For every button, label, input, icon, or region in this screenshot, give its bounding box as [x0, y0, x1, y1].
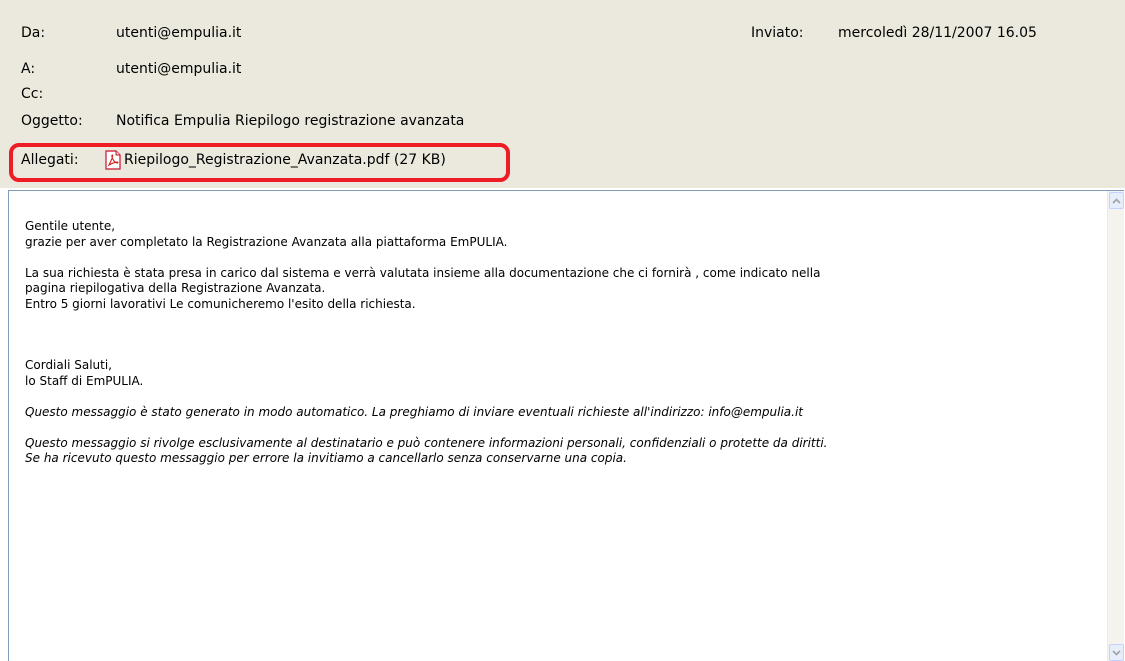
scroll-down-arrow-icon: [1112, 649, 1121, 656]
scroll-up-arrow-icon: [1112, 197, 1121, 204]
subject-label: Oggetto:: [21, 113, 83, 129]
body-line: La sua richiesta è stata presa in carico…: [25, 265, 821, 280]
cc-label: Cc:: [21, 86, 44, 102]
body-line: grazie per aver completato la Registrazi…: [25, 234, 508, 249]
message-body[interactable]: Gentile utente, grazie per aver completa…: [8, 190, 1124, 661]
sent-label: Inviato:: [751, 25, 804, 41]
auto-generated-notice: Questo messaggio è stato generato in mod…: [25, 404, 804, 419]
sent-value: mercoledì 28/11/2007 16.05: [838, 25, 1037, 41]
from-label: Da:: [21, 25, 46, 41]
disclaimer-line: Se ha ricevuto questo messaggio per erro…: [25, 451, 627, 465]
closing: Cordiali Saluti,: [25, 358, 112, 372]
to-value[interactable]: utenti@empulia.it: [116, 61, 241, 77]
to-label: A:: [21, 61, 36, 77]
greeting: Gentile utente,: [25, 219, 116, 233]
signature: lo Staff di EmPULIA.: [25, 373, 144, 388]
body-line: Entro 5 giorni lavorativi Le comunichere…: [25, 296, 416, 311]
from-value[interactable]: utenti@empulia.it: [116, 25, 241, 41]
disclaimer-line: Questo messaggio si rivolge esclusivamen…: [25, 435, 828, 450]
attachment-highlight-annotation: [9, 143, 510, 182]
scroll-up-button[interactable]: [1109, 192, 1124, 209]
vertical-scrollbar[interactable]: [1107, 191, 1124, 661]
body-line: pagina riepilogativa della Registrazione…: [25, 281, 326, 295]
scroll-down-button[interactable]: [1109, 644, 1124, 661]
message-header: Da: utenti@empulia.it Inviato: mercoledì…: [0, 0, 1125, 188]
subject-value: Notifica Empulia Riepilogo registrazione…: [116, 113, 465, 129]
